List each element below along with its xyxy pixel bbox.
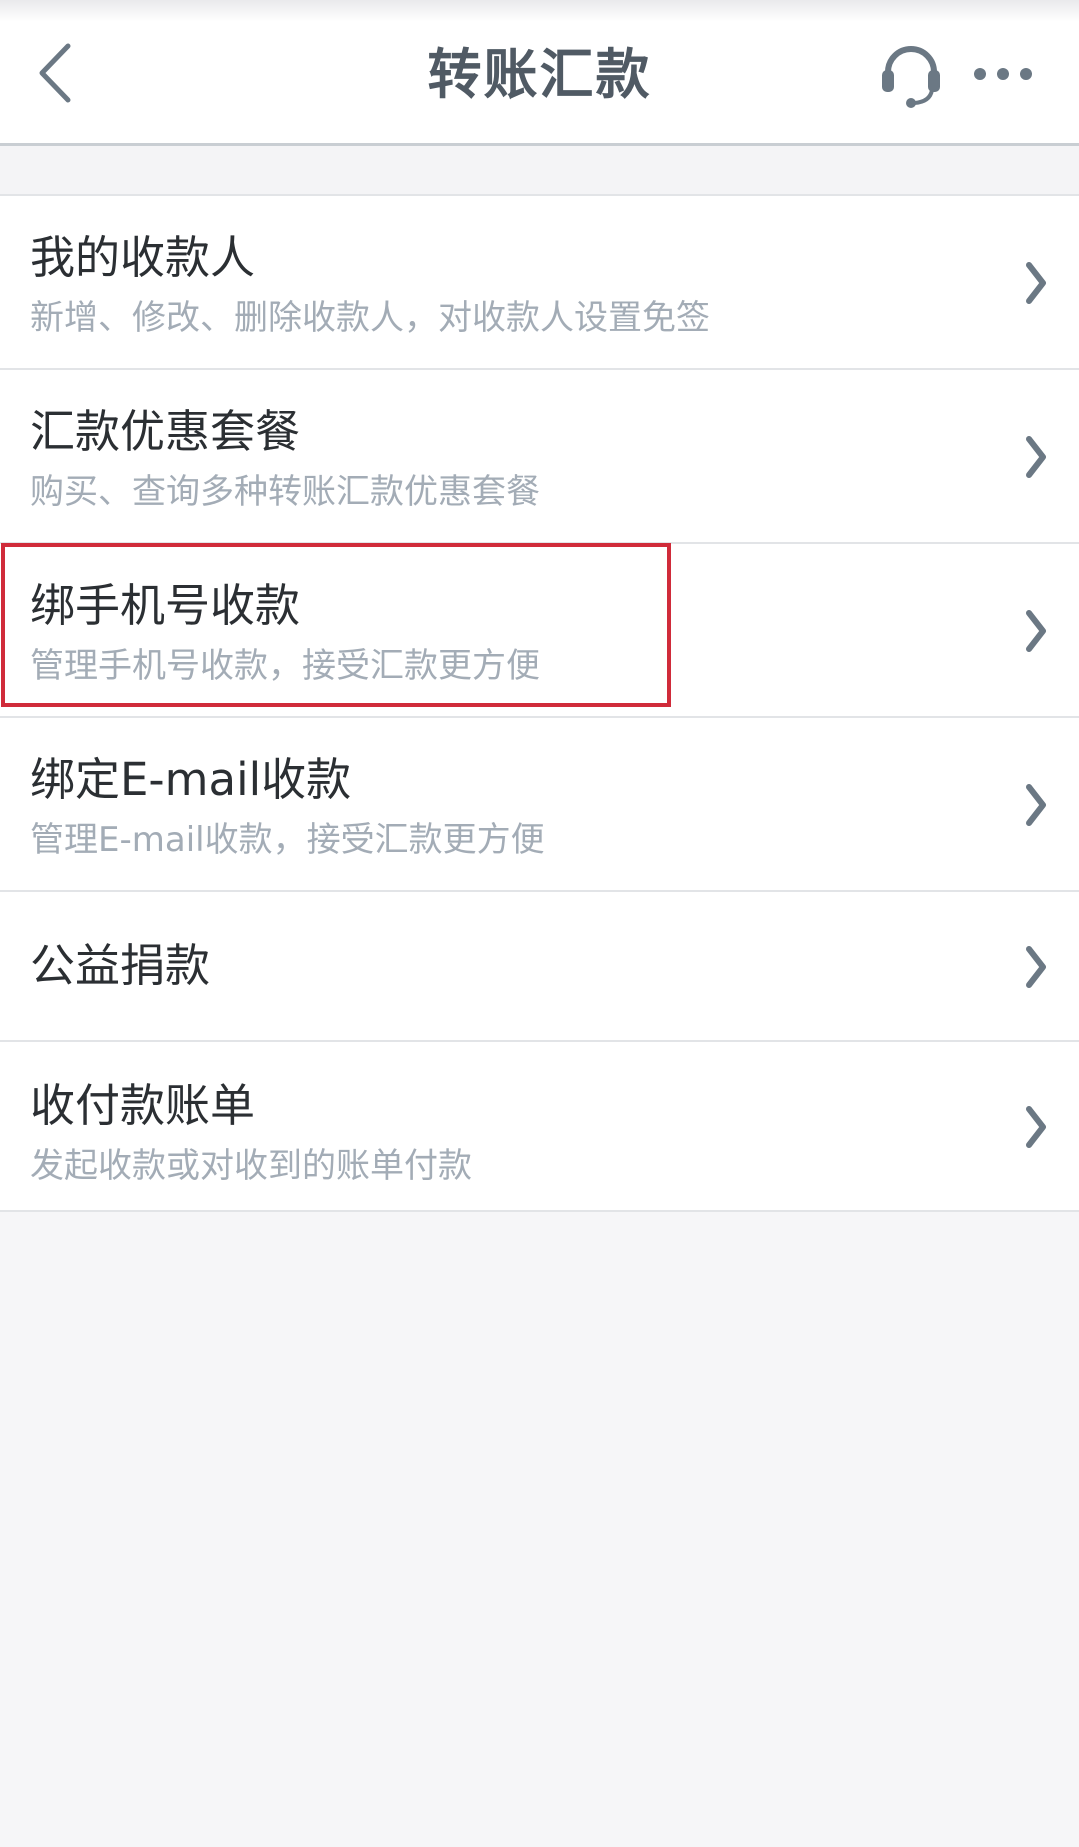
menu-item-title: 汇款优惠套餐 (30, 405, 301, 458)
menu-item-bind-phone[interactable]: 绑手机号收款 管理手机号收款，接受汇款更方便 (0, 544, 1079, 718)
chevron-right-icon (1026, 1106, 1046, 1148)
menu-item-title: 收付款账单 (30, 1079, 256, 1132)
customer-service-button[interactable] (878, 40, 944, 110)
menu-item-subtitle: 发起收款或对收到的账单付款 (30, 1146, 472, 1186)
menu-item-bind-email[interactable]: 绑定E-mail收款 管理E-mail收款，接受汇款更方便 (0, 718, 1079, 892)
menu-item-bills[interactable]: 收付款账单 发起收款或对收到的账单付款 (0, 1042, 1079, 1212)
menu-item-remittance-package[interactable]: 汇款优惠套餐 购买、查询多种转账汇款优惠套餐 (0, 370, 1079, 544)
menu-item-my-payees[interactable]: 我的收款人 新增、修改、删除收款人，对收款人设置免签 (0, 196, 1079, 370)
more-dots-icon (974, 68, 1032, 80)
headset-icon (882, 46, 940, 108)
chevron-right-icon (1026, 784, 1046, 826)
chevron-right-icon (1026, 262, 1046, 304)
more-button[interactable] (968, 52, 1038, 96)
chevron-right-icon (1026, 436, 1046, 478)
menu-item-title: 绑定E-mail收款 (30, 753, 352, 806)
chevron-right-icon (1026, 610, 1046, 652)
chevron-right-icon (1026, 946, 1046, 988)
app-header: 转账汇款 (0, 0, 1079, 146)
menu-item-title: 绑手机号收款 (30, 579, 301, 632)
menu-item-title: 我的收款人 (30, 231, 256, 284)
transfer-menu-list: 我的收款人 新增、修改、删除收款人，对收款人设置免签 汇款优惠套餐 购买、查询多… (0, 194, 1079, 1212)
menu-item-subtitle: 管理手机号收款，接受汇款更方便 (30, 646, 540, 686)
menu-item-title: 公益捐款 (30, 939, 211, 992)
menu-item-charity-donation[interactable]: 公益捐款 (0, 892, 1079, 1042)
section-gap (0, 146, 1079, 194)
menu-item-subtitle: 新增、修改、删除收款人，对收款人设置免签 (30, 298, 710, 338)
menu-item-subtitle: 购买、查询多种转账汇款优惠套餐 (30, 472, 540, 512)
menu-item-subtitle: 管理E-mail收款，接受汇款更方便 (30, 820, 545, 860)
